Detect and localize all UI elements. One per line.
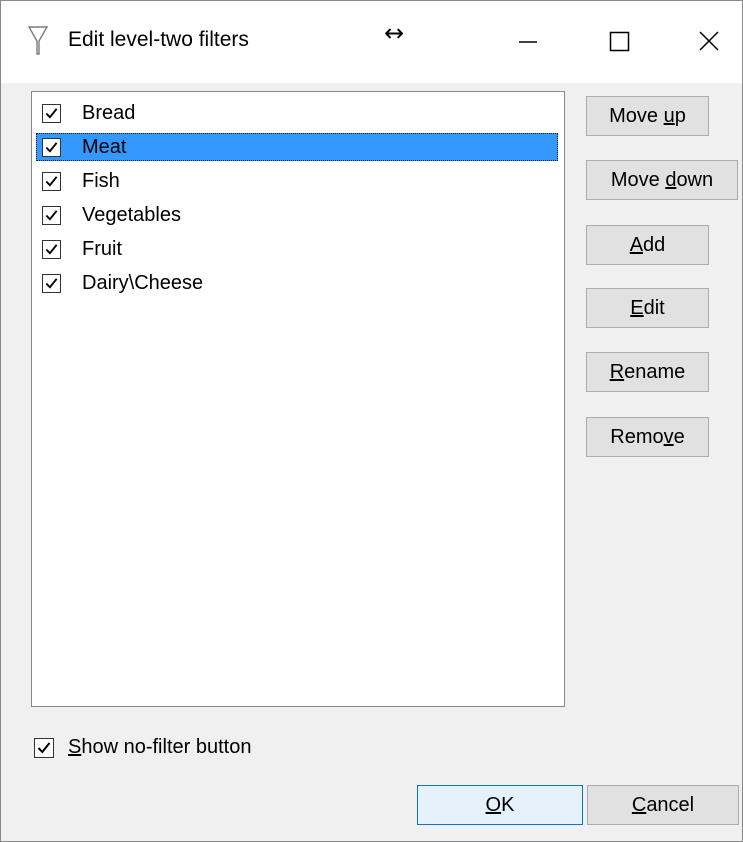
add-mnemonic: A xyxy=(629,234,644,256)
show-no-filter-label-rest: how no-filter button xyxy=(81,736,252,758)
remove-label: Remo xyxy=(610,426,664,448)
item-label: Fruit xyxy=(82,238,122,260)
add-button[interactable]: Add xyxy=(586,225,709,265)
filter-funnel-icon xyxy=(27,25,49,57)
item-checkbox[interactable] xyxy=(42,138,61,157)
list-item[interactable]: Fruit xyxy=(36,234,558,264)
checkmark-icon xyxy=(45,142,58,153)
cancel-mnemonic: C xyxy=(631,794,647,816)
list-item[interactable]: Fish xyxy=(36,166,558,196)
remove-label-rest: e xyxy=(673,426,685,448)
resize-cursor-icon: ↔ xyxy=(384,19,405,47)
window-title: Edit level-two filters xyxy=(68,28,249,51)
move-down-mnemonic: d xyxy=(665,169,677,191)
show-no-filter-label: Show no-filter button xyxy=(68,736,251,759)
item-checkbox[interactable] xyxy=(42,172,61,191)
item-checkbox[interactable] xyxy=(42,274,61,293)
list-item[interactable]: Meat xyxy=(36,132,558,162)
ok-button[interactable]: OK xyxy=(417,785,583,825)
checkmark-icon xyxy=(45,176,58,187)
item-label: Vegetables xyxy=(82,204,181,226)
move-up-mnemonic: u xyxy=(663,105,675,127)
minimize-button[interactable] xyxy=(481,1,573,83)
list-item[interactable]: Dairy\Cheese xyxy=(36,268,558,298)
checkmark-icon xyxy=(37,742,51,754)
cancel-button[interactable]: Cancel xyxy=(587,785,739,825)
edit-mnemonic: E xyxy=(630,297,644,319)
list-item[interactable]: Vegetables xyxy=(36,200,558,230)
item-label: Fish xyxy=(82,170,120,192)
move-down-button[interactable]: Move down xyxy=(586,160,738,200)
checkbox-box[interactable] xyxy=(34,738,54,758)
item-checkbox[interactable] xyxy=(42,240,61,259)
move-up-button[interactable]: Move up xyxy=(586,96,709,136)
show-no-filter-mnemonic: S xyxy=(68,736,82,758)
title-bar[interactable]: Edit level-two filters ↔ xyxy=(1,1,742,83)
rename-button[interactable]: Rename xyxy=(586,352,709,392)
checkmark-icon xyxy=(45,108,58,119)
item-checkbox[interactable] xyxy=(42,104,61,123)
edit-label-rest: dit xyxy=(643,297,665,319)
rename-label-rest: ename xyxy=(624,361,686,383)
move-up-label: Move xyxy=(609,105,664,127)
item-label: Dairy\Cheese xyxy=(82,272,204,294)
move-down-label: Move xyxy=(610,169,666,191)
ok-mnemonic: O xyxy=(485,794,502,816)
edit-button[interactable]: Edit xyxy=(586,288,709,328)
item-checkbox[interactable] xyxy=(42,206,61,225)
cancel-label-rest: ancel xyxy=(646,794,695,816)
list-item[interactable]: Bread xyxy=(36,98,558,128)
ok-label-rest: K xyxy=(501,794,515,816)
checkmark-icon xyxy=(45,244,58,255)
close-button[interactable] xyxy=(652,1,743,83)
remove-mnemonic: v xyxy=(663,426,674,448)
checkmark-icon xyxy=(45,210,58,221)
item-label: Meat xyxy=(82,136,127,158)
dialog-window: Edit level-two filters ↔ Bread Meat Fish Ve… xyxy=(0,0,743,842)
rename-mnemonic: R xyxy=(609,361,625,383)
move-down-label-rest: own xyxy=(676,169,714,191)
checkmark-icon xyxy=(45,278,58,289)
add-label-rest: dd xyxy=(643,234,666,256)
item-label: Bread xyxy=(82,102,136,124)
move-up-label-rest: p xyxy=(674,105,686,127)
remove-button[interactable]: Remove xyxy=(586,417,709,457)
filter-list[interactable]: Bread Meat Fish Vegetables Fruit Dairy\Cheese xyxy=(31,91,565,707)
